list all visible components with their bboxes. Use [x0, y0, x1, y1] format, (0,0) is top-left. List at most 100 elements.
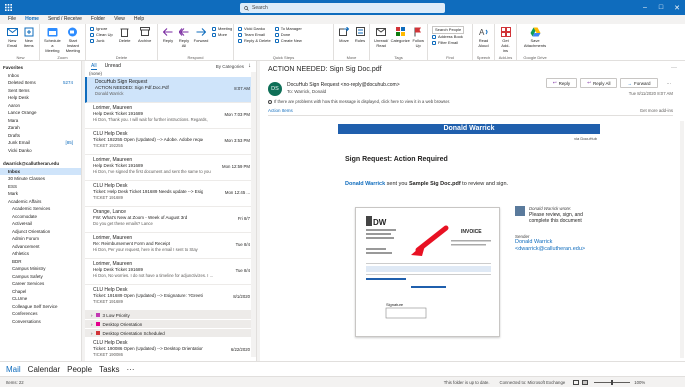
view-reading-icon[interactable] — [582, 379, 589, 385]
sidebar-folder-item[interactable]: Chapel — [0, 288, 81, 296]
sidebar-favorite-item[interactable]: Vicki Danko — [0, 147, 81, 155]
minimize-icon[interactable]: – — [637, 0, 653, 15]
sidebar-folder-item[interactable]: Academic Services — [0, 205, 81, 213]
message-list-scrollbar[interactable] — [251, 72, 256, 357]
list-item[interactable]: Lorimer, Maureen Help Desk Ticket 191689… — [85, 103, 256, 129]
sidebar-folder-item[interactable]: Conversations — [0, 318, 81, 326]
forward-button[interactable]: → Forward — [620, 78, 658, 88]
sidebar-folder-item[interactable]: Career Services — [0, 280, 81, 288]
account-header[interactable]: dwarrick@callutheran.edu — [0, 160, 81, 168]
sidebar-favorite-item[interactable]: Deleted Items 5274 — [0, 79, 81, 87]
sidebar-folder-item[interactable]: Mark — [0, 190, 81, 198]
sender-email-link[interactable]: <dwarrick@callutheran.edu> — [515, 246, 595, 253]
sidebar-favorite-item[interactable]: Zarah — [0, 124, 81, 132]
junk-button[interactable]: Junk — [90, 38, 113, 44]
list-item[interactable]: Orange, Lance FW: What's New at Zoom - W… — [85, 207, 256, 233]
category-label: 3 Low Priority — [102, 312, 130, 318]
sidebar-folder-item[interactable]: BDR — [0, 258, 81, 266]
arrange-by-categories[interactable]: By Categories — [216, 64, 244, 69]
tab-help[interactable]: Help — [134, 15, 144, 24]
sender-name-link[interactable]: Donald Warrick — [515, 239, 595, 246]
sidebar-favorite-item[interactable]: Inbox — [0, 72, 81, 80]
sidebar-folder-item[interactable]: ActiveHail — [0, 220, 81, 228]
list-item[interactable]: DocuHub Sign Request ACTION NEEDED: Sign… — [85, 77, 256, 103]
list-item[interactable]: Lorimer, Maureen Help Desk Ticket 191689… — [85, 155, 256, 181]
sidebar-favorite-item[interactable]: Help Desk — [0, 94, 81, 102]
filter-all[interactable]: All — [91, 63, 97, 70]
quick-step-label: Reply & Delete — [244, 38, 271, 43]
search-box[interactable]: Search — [240, 3, 445, 13]
ribbon-group-respond: Reply Reply All Forward Meeting More Res… — [158, 24, 234, 61]
list-item[interactable]: CLU Help Desk Ticket: Help Desk Ticket 1… — [85, 181, 256, 207]
nav-tasks[interactable]: Tasks — [99, 365, 119, 374]
sidebar-folder-item[interactable]: Admin Forum — [0, 235, 81, 243]
filter-icon — [432, 41, 436, 45]
info-text: If there are problems with how this mess… — [274, 99, 451, 104]
sidebar-folder-item[interactable]: Academic Affairs — [0, 198, 81, 206]
sidebar-favorite-item[interactable]: Lance Orange — [0, 109, 81, 117]
group-label-speech: Speech — [476, 55, 491, 60]
sidebar-favorite-item[interactable]: Junk Email [85] — [0, 139, 81, 147]
nav-more[interactable]: ··· — [127, 365, 135, 374]
more-actions-button[interactable]: ··· — [661, 78, 678, 88]
more-options-icon[interactable]: ··· — [671, 65, 677, 71]
group-label-google-drive: Google Drive — [523, 55, 547, 60]
sidebar-folder-item[interactable]: Colleague Self Service — [0, 303, 81, 311]
sidebar-folder-item[interactable]: 30 Minute Classes — [0, 175, 81, 183]
sidebar-favorite-item[interactable]: Aaron — [0, 102, 81, 110]
sidebar-folder-item[interactable]: Inbox — [0, 167, 81, 175]
list-item[interactable]: Lorimer, Maureen Re: Reimbursement Form … — [85, 233, 256, 259]
filter-unread[interactable]: Unread — [105, 63, 121, 69]
sidebar-folder-item[interactable]: Campus Ministry — [0, 265, 81, 273]
sidebar-folder-item[interactable]: Adjunct Orientation — [0, 228, 81, 236]
list-item[interactable]: CLU Help Desk Ticket: 190086 Open (Updat… — [85, 338, 256, 361]
nav-people[interactable]: People — [67, 365, 92, 374]
close-icon[interactable]: ✕ — [669, 0, 685, 15]
quick-step-create-new[interactable]: Create New — [274, 38, 302, 44]
favorites-header[interactable]: Favorites — [0, 64, 81, 72]
sort-arrow-icon[interactable]: ↓ — [248, 63, 251, 69]
action-items-link[interactable]: Action Items — [268, 108, 293, 113]
tab-folder[interactable]: Folder — [91, 15, 105, 24]
nav-mail[interactable]: Mail — [6, 365, 21, 374]
tab-home[interactable]: Home — [25, 15, 39, 25]
message-items: DocuHub Sign Request ACTION NEEDED: Sign… — [85, 77, 256, 311]
sidebar-item-label: ESS — [8, 183, 18, 189]
zoom-slider[interactable] — [594, 379, 631, 385]
quick-step-reply-delete[interactable]: Reply & Delete — [238, 38, 271, 44]
search-people-box[interactable]: Search People — [432, 26, 465, 34]
tab-file[interactable]: File — [8, 15, 16, 24]
tab-send-receive[interactable]: Send / Receive — [48, 15, 82, 24]
list-item[interactable]: CLU Help Desk Ticket: 191689 Open (Updat… — [85, 285, 256, 311]
reply-button[interactable]: ↩ Reply — [545, 78, 578, 88]
tab-view[interactable]: View — [114, 15, 125, 24]
request-sender-link[interactable]: Donald Warrick — [345, 181, 385, 187]
sidebar-folder-item[interactable]: Advancement — [0, 243, 81, 251]
sidebar-item-label: Lance Orange — [8, 110, 37, 115]
list-item[interactable]: CLU Help Desk Ticket: 192255 Open (Updat… — [85, 129, 256, 155]
filter-email-button[interactable]: Filter Email — [432, 40, 464, 46]
reply-all-button[interactable]: ↩ Reply All — [580, 78, 618, 88]
sidebar-item-label: Accomodate — [12, 213, 38, 219]
info-bar[interactable]: If there are problems with how this mess… — [268, 99, 450, 104]
category-group-header[interactable]: › Desktop Orientation Scheduled — [85, 329, 256, 338]
sidebar-folder-item[interactable]: Athletics — [0, 250, 81, 258]
maximize-icon[interactable]: □ — [653, 0, 669, 15]
document-preview[interactable]: DW INVOICE Signature — [355, 207, 500, 337]
sidebar-folder-item[interactable]: CLUme — [0, 295, 81, 303]
sidebar-favorite-item[interactable]: Sent Items — [0, 87, 81, 95]
sidebar-folder-item[interactable]: Conferences — [0, 310, 81, 318]
sidebar-folder-item[interactable]: Accomodate — [0, 213, 81, 221]
list-item[interactable]: Lorimer, Maureen Help Desk Ticket 191689… — [85, 259, 256, 285]
view-normal-icon[interactable] — [573, 379, 580, 385]
sidebar-favorite-item[interactable]: Mara — [0, 117, 81, 125]
sidebar-folder-item[interactable]: Campus Safety — [0, 273, 81, 281]
nav-calendar[interactable]: Calendar — [28, 365, 60, 374]
sidebar-folder-item[interactable]: ESS — [0, 183, 81, 191]
get-more-add-ins-link[interactable]: Get more add-ins — [640, 108, 673, 113]
sidebar-favorite-item[interactable]: Drafts — [0, 132, 81, 140]
zoom-slider-thumb[interactable] — [611, 379, 614, 385]
reading-pane-scrollbar[interactable] — [680, 121, 684, 358]
more-respond-button[interactable]: More — [212, 32, 232, 38]
app-launcher-icon[interactable] — [3, 3, 13, 13]
